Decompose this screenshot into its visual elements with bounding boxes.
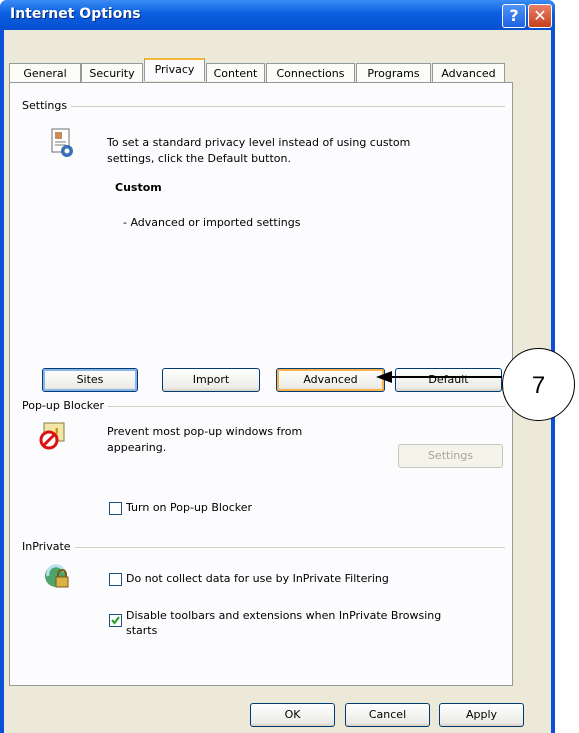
callout-arrow [376,371,502,383]
tab-privacy[interactable]: Privacy [144,58,205,81]
annotation-callout: 7 [502,348,575,421]
